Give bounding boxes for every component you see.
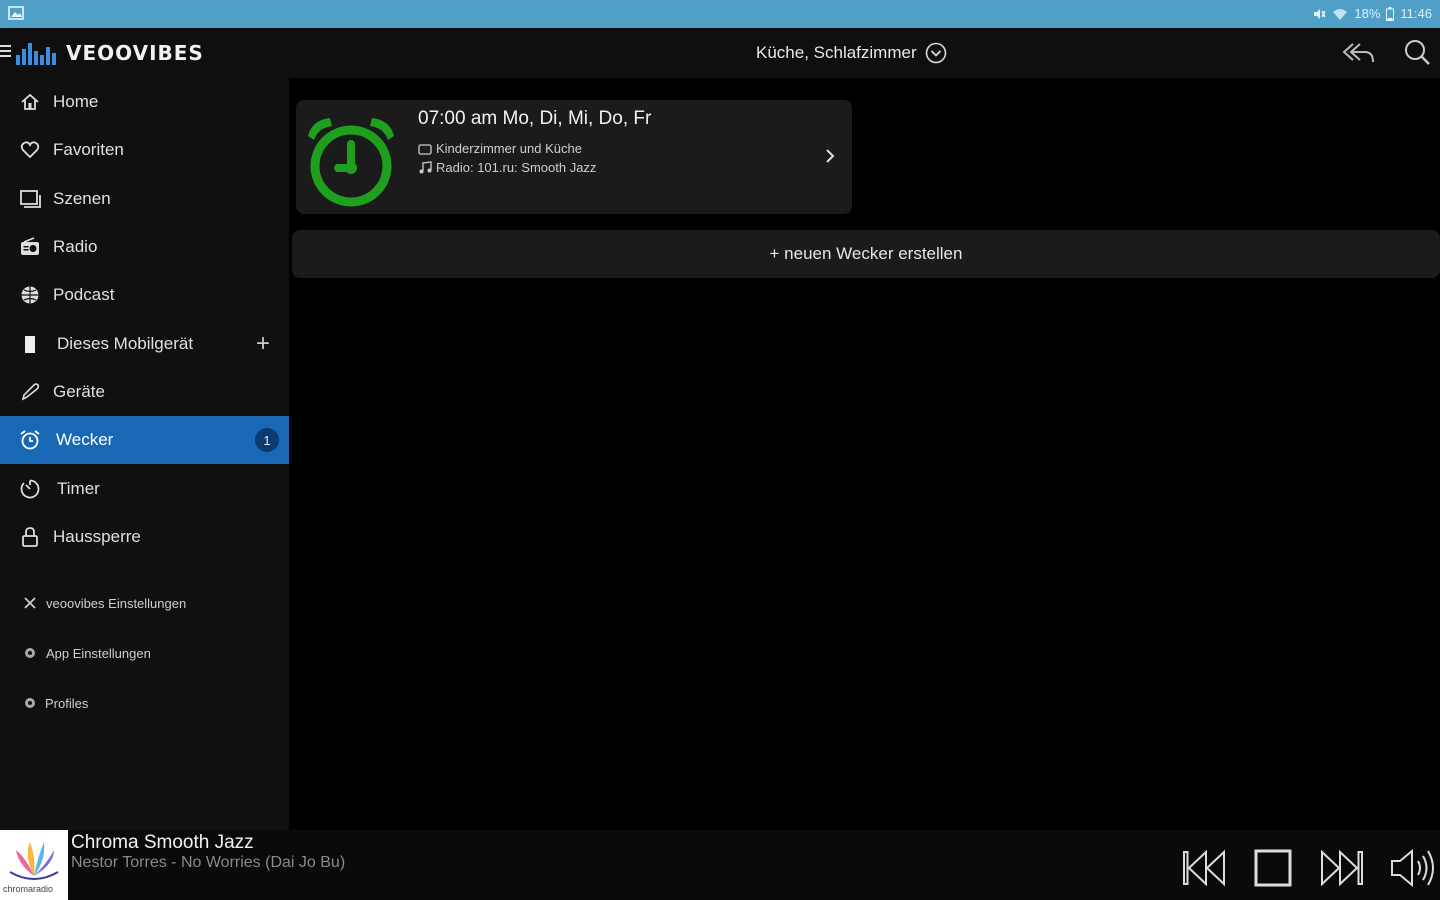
wifi-icon — [1333, 8, 1348, 20]
battery-icon — [1386, 6, 1395, 21]
sidebar-item-wecker[interactable]: Wecker 1 — [0, 416, 289, 464]
skip-next-icon[interactable] — [1318, 846, 1366, 890]
sidebar-item-haussperre[interactable]: Haussperre — [0, 513, 289, 561]
sidebar-item-profiles[interactable]: Profiles — [0, 683, 289, 723]
sidebar-item-szenen[interactable]: Szenen — [0, 175, 289, 223]
sidebar-item-label: Podcast — [53, 285, 115, 304]
stop-icon[interactable] — [1250, 846, 1298, 890]
chevron-down-circle-icon — [925, 42, 946, 64]
skip-previous-icon[interactable] — [1180, 846, 1228, 890]
search-icon[interactable] — [1400, 38, 1434, 68]
sidebar-item-label: Favoriten — [53, 140, 124, 159]
volume-icon[interactable] — [1388, 846, 1436, 890]
heart-icon — [19, 139, 41, 161]
reply-all-icon[interactable] — [1341, 38, 1375, 68]
track-name: Nestor Torres - No Worries (Dai Jo Bu) — [71, 854, 346, 871]
sidebar-item-home[interactable]: Home — [0, 78, 289, 126]
alarm-source: Radio: 101.ru: Smooth Jazz — [436, 160, 597, 175]
sidebar-item-label: Home — [53, 92, 99, 111]
gear-icon — [23, 696, 37, 710]
station-name: Chroma Smooth Jazz — [71, 832, 254, 853]
room-icon — [418, 143, 432, 155]
sidebar-item-veoovibes-settings[interactable]: veoovibes Einstellungen — [0, 583, 289, 623]
sidebar-item-label: Szenen — [53, 189, 111, 208]
mute-icon — [1314, 8, 1327, 19]
equalizer-logo-icon — [16, 43, 56, 65]
alarm-count-badge: 1 — [255, 428, 279, 452]
alarm-clock-icon — [308, 118, 394, 207]
sidebar-item-podcast[interactable]: Podcast — [0, 271, 289, 319]
link-icon — [19, 381, 41, 403]
alarm-source-row: Radio: 101.ru: Smooth Jazz — [418, 160, 596, 175]
timer-icon — [19, 478, 41, 500]
sidebar-item-mobile-device[interactable]: Dieses Mobilgerät + — [0, 320, 289, 368]
sidebar-sub-label: veoovibes Einstellungen — [46, 595, 187, 611]
alarm-card[interactable]: 07:00 am Mo, Di, Mi, Do, Fr Kinderzimmer… — [296, 100, 852, 214]
home-icon — [19, 91, 41, 113]
globe-icon — [19, 284, 41, 306]
sidebar: Home Favoriten Szenen Radio Podcast Dies… — [0, 78, 289, 830]
sidebar-item-label: Dieses Mobilgerät — [57, 334, 194, 353]
alarm-icon — [19, 429, 41, 451]
sidebar-item-app-settings[interactable]: App Einstellungen — [0, 633, 289, 673]
player-bar: chromaradio Chroma Smooth Jazz Nestor To… — [0, 830, 1440, 900]
status-bar: 18% 11:46 — [0, 0, 1440, 28]
battery-text: 18% — [1354, 6, 1381, 21]
phone-icon — [19, 333, 41, 355]
scenes-icon — [19, 188, 41, 210]
add-device-icon[interactable]: + — [256, 332, 270, 356]
create-alarm-button[interactable]: + neuen Wecker erstellen — [292, 230, 1440, 278]
menu-icon[interactable] — [0, 42, 12, 60]
sidebar-item-radio[interactable]: Radio — [0, 223, 289, 271]
sidebar-item-label: Radio — [53, 237, 98, 256]
chevron-right-icon — [826, 149, 835, 163]
album-caption: chromaradio — [3, 884, 54, 894]
alarm-time: 07:00 am Mo, Di, Mi, Do, Fr — [418, 108, 652, 129]
music-note-icon — [419, 161, 432, 174]
sidebar-item-timer[interactable]: Timer — [0, 465, 289, 513]
app-name: VEOOVIBES — [66, 41, 204, 65]
sidebar-item-label: Wecker — [56, 430, 114, 449]
room-selector[interactable]: Küche, Schlafzimmer — [756, 42, 947, 64]
sidebar-item-label: Timer — [57, 479, 100, 498]
gallery-icon — [8, 6, 24, 20]
chroma-logo-icon — [9, 842, 59, 880]
sidebar-item-label: Haussperre — [53, 527, 141, 546]
clock-text: 11:46 — [1400, 6, 1432, 21]
lock-icon — [19, 526, 41, 548]
album-art[interactable]: chromaradio — [0, 830, 68, 900]
sidebar-item-label: Geräte — [53, 382, 105, 401]
alarm-rooms: Kinderzimmer und Küche — [436, 141, 582, 156]
room-selection-label: Küche, Schlafzimmer — [756, 43, 917, 62]
tools-icon — [23, 596, 37, 610]
status-right: 18% 11:46 — [1312, 6, 1432, 21]
sidebar-item-geraete[interactable]: Geräte — [0, 368, 289, 416]
top-bar: VEOOVIBES Küche, Schlafzimmer — [0, 28, 1440, 78]
app-logo: VEOOVIBES — [16, 40, 204, 66]
sidebar-item-favoriten[interactable]: Favoriten — [0, 126, 289, 174]
sidebar-sub-label: Profiles — [45, 695, 89, 711]
gear-icon — [23, 646, 37, 660]
sidebar-sub-label: App Einstellungen — [46, 645, 151, 661]
radio-icon — [19, 236, 41, 258]
alarm-rooms-row: Kinderzimmer und Küche — [418, 141, 582, 156]
